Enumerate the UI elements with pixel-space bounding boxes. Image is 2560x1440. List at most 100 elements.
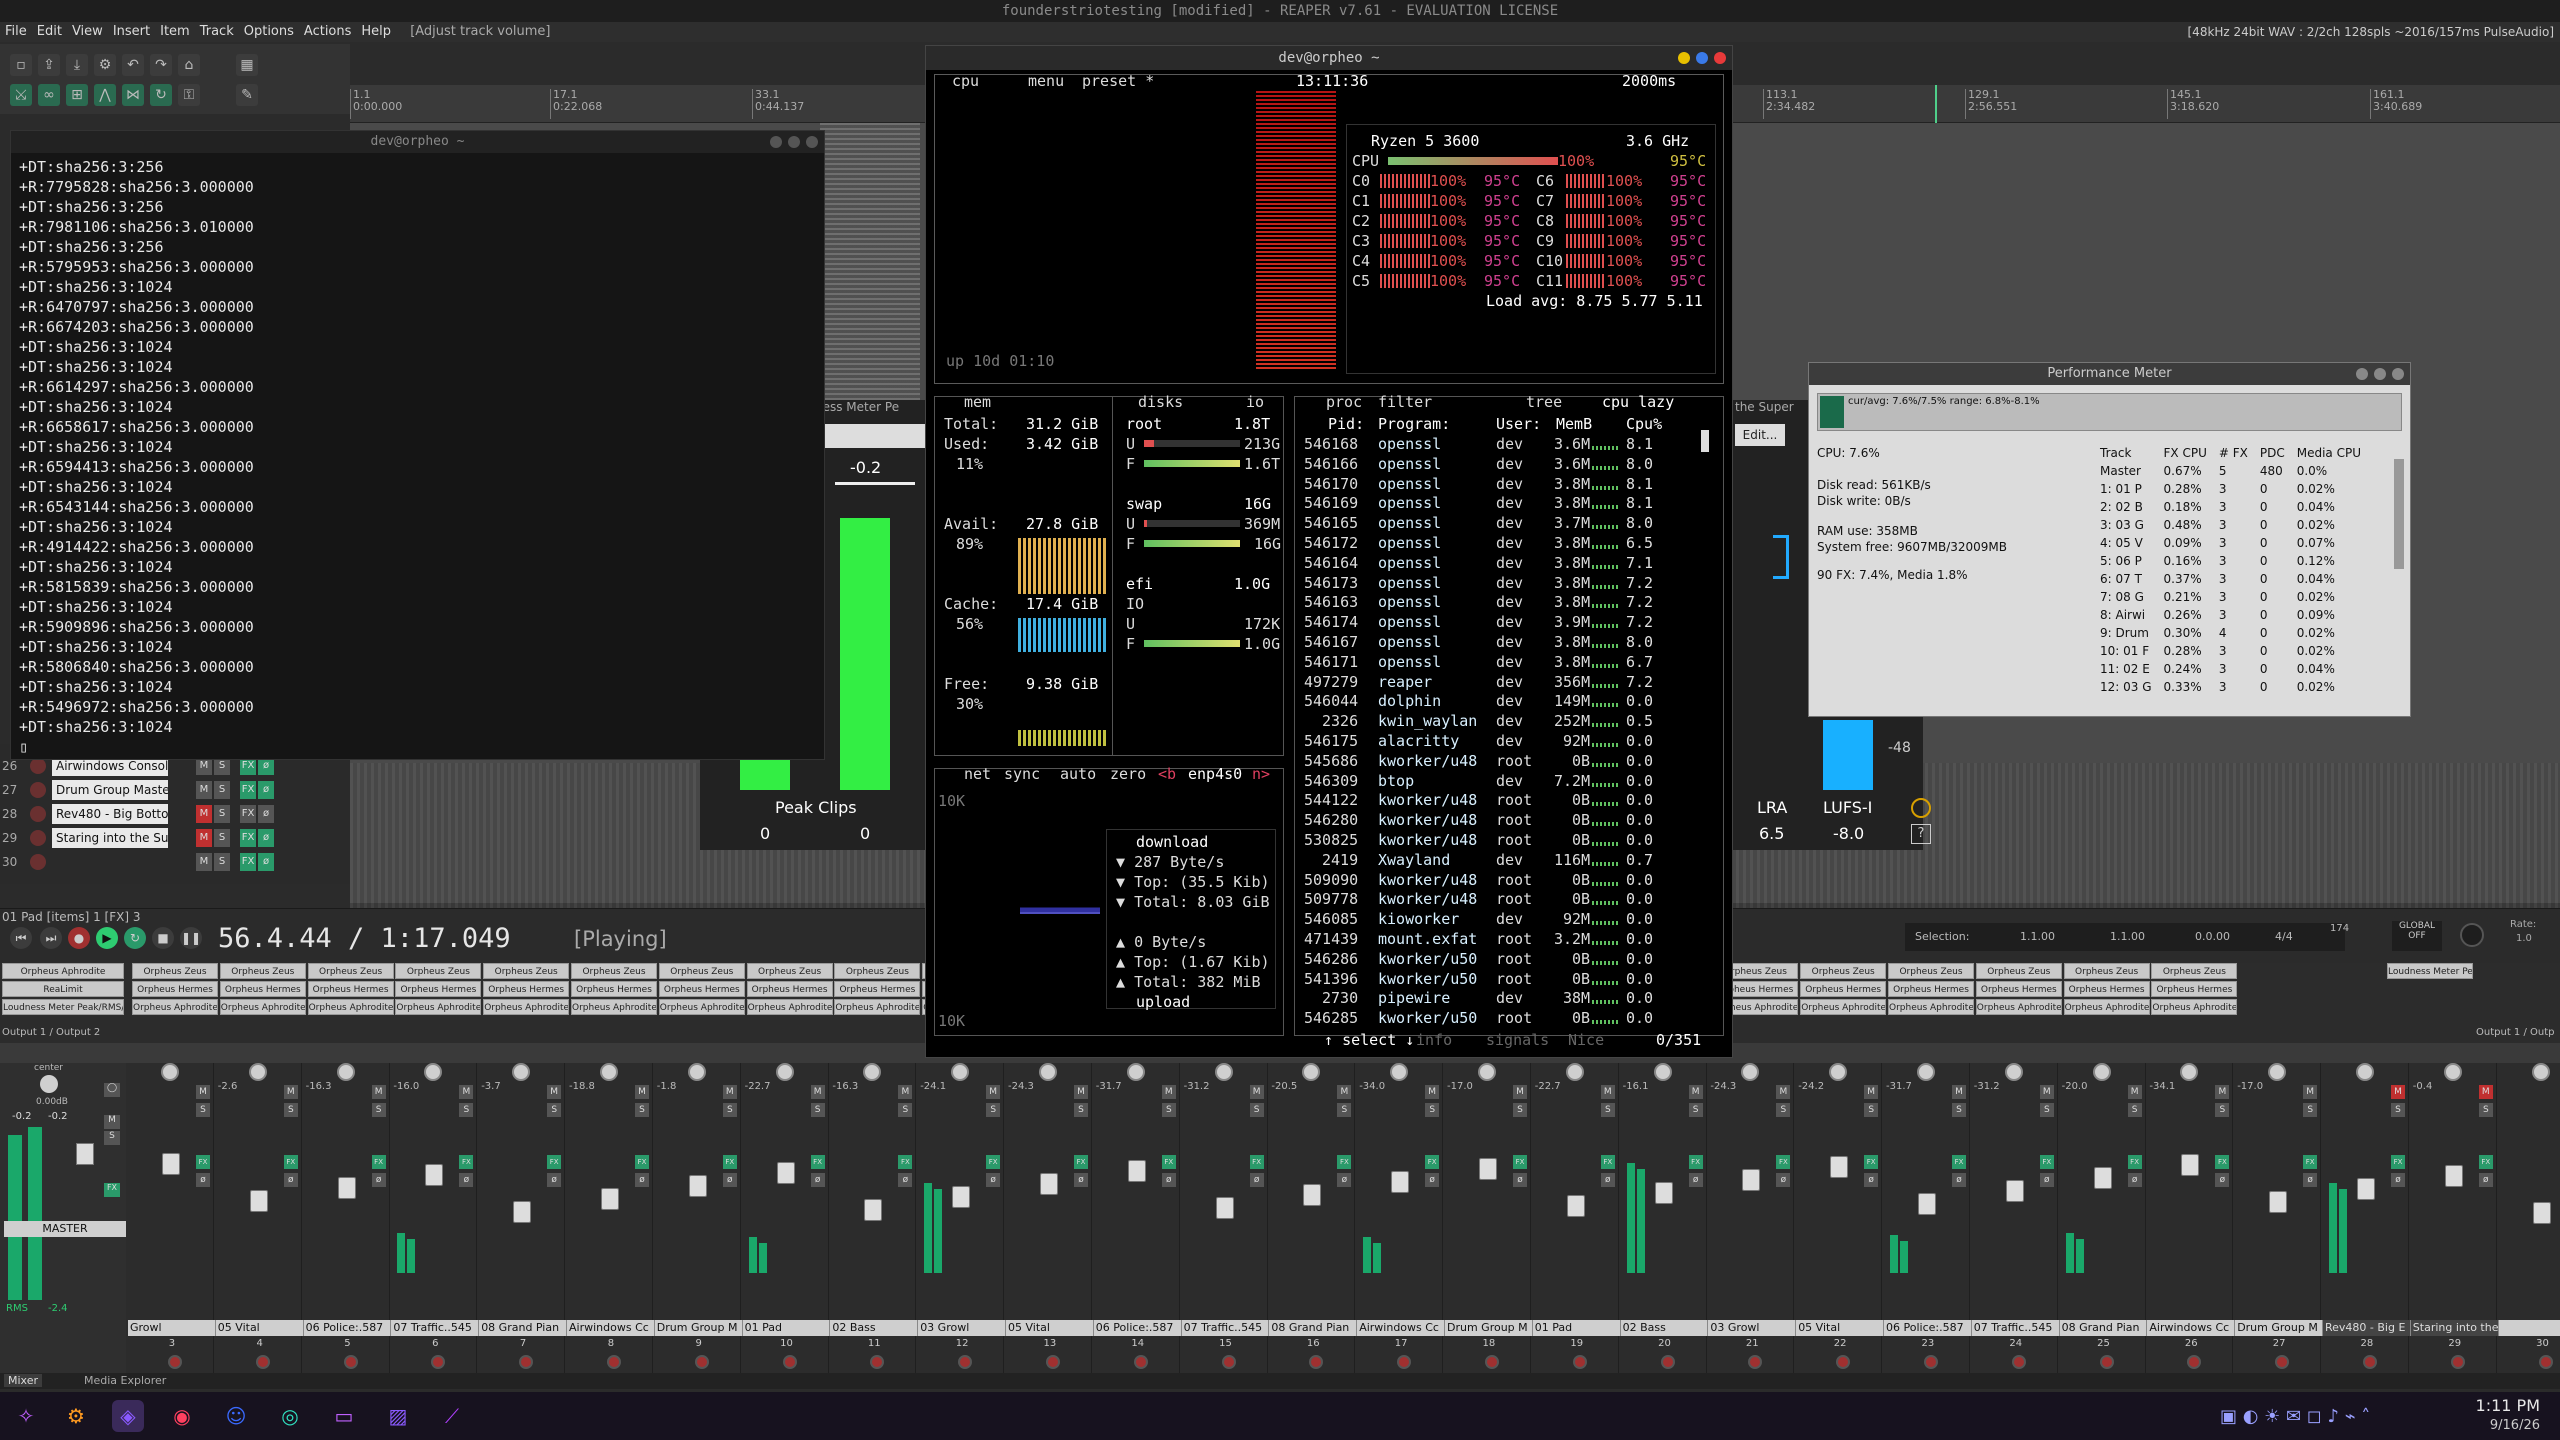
- settings-icon[interactable]: ⚙: [94, 54, 116, 76]
- phase-icon[interactable]: ø: [1776, 1173, 1791, 1187]
- solo-button[interactable]: S: [2127, 1103, 2142, 1117]
- mute-button[interactable]: M: [722, 1085, 737, 1099]
- app-launcher-icon[interactable]: ✧: [10, 1400, 42, 1432]
- volume-fader[interactable]: [337, 1177, 356, 1199]
- rate-value[interactable]: 1.0: [2516, 933, 2532, 944]
- pan-knob[interactable]: [1741, 1063, 1760, 1081]
- phase-icon[interactable]: ø: [1600, 1173, 1615, 1187]
- solo-button[interactable]: S: [283, 1103, 298, 1117]
- media-explorer-tab[interactable]: Media Explorer: [84, 1374, 166, 1387]
- volume-fader[interactable]: [952, 1186, 971, 1208]
- channel-name[interactable]: 05 Vital: [215, 1320, 304, 1336]
- track-fx-slot[interactable]: Orpheus Hermes: [483, 981, 570, 997]
- perf-row[interactable]: 12: 03 G 0.33% 3 0 0.02%: [2094, 678, 2367, 696]
- fx-button[interactable]: FX: [1074, 1155, 1088, 1169]
- track-fx-slot[interactable]: Orpheus Aphrodite: [1800, 999, 1887, 1015]
- channel-name[interactable]: Drum Group M: [2235, 1320, 2323, 1336]
- volume-fader[interactable]: [2444, 1165, 2463, 1187]
- fx-button[interactable]: FX: [2215, 1155, 2230, 1169]
- mute-button[interactable]: M: [1952, 1085, 1966, 1099]
- mute-button[interactable]: M: [547, 1085, 562, 1099]
- proc-sort[interactable]: cpu lazy: [1602, 392, 1674, 412]
- channel-volume[interactable]: -24.3: [1008, 1081, 1034, 1092]
- phase-button[interactable]: ø: [258, 853, 274, 871]
- lock-icon[interactable]: ⚿: [178, 84, 200, 106]
- phase-icon[interactable]: ø: [1425, 1173, 1440, 1187]
- record-arm-button[interactable]: [343, 1355, 358, 1369]
- solo-button[interactable]: S: [2215, 1103, 2230, 1117]
- pan-knob[interactable]: [1478, 1063, 1496, 1081]
- reset-icon[interactable]: [1911, 798, 1931, 818]
- bpm-display[interactable]: 174: [2330, 923, 2349, 934]
- master-fx-slot[interactable]: Loudness Meter Peak/RMS/: [2, 999, 124, 1015]
- pan-knob[interactable]: [2531, 1063, 2550, 1081]
- fx-button[interactable]: FX: [1952, 1155, 1966, 1169]
- track-fx-slot[interactable]: Orpheus Aphrodite: [2151, 999, 2238, 1015]
- track-fx-slot[interactable]: Orpheus Hermes: [132, 981, 218, 997]
- go-start-icon[interactable]: ⏮: [10, 927, 32, 949]
- track-fx-slot[interactable]: Orpheus Hermes: [571, 981, 657, 997]
- perf-row[interactable]: 8: Airwi 0.26% 3 0 0.09%: [2094, 606, 2367, 624]
- fx-button[interactable]: FX: [2127, 1155, 2142, 1169]
- phase-icon[interactable]: ø: [1249, 1173, 1264, 1187]
- menu-item[interactable]: Item: [155, 22, 195, 42]
- proc-row[interactable]: 545686 kworker/u48 root 0B 0.0: [1296, 751, 1696, 771]
- mute-button[interactable]: M: [898, 1085, 913, 1099]
- mute-button[interactable]: M: [2215, 1085, 2230, 1099]
- phase-icon[interactable]: ø: [371, 1173, 386, 1187]
- channel-name[interactable]: 07 Traffic..545: [1181, 1320, 1270, 1336]
- cpu-tab[interactable]: cpu: [952, 71, 979, 91]
- track-fx-slot[interactable]: Orpheus Aphrodite: [658, 999, 745, 1015]
- mute-button[interactable]: M: [196, 829, 212, 847]
- menu-track[interactable]: Track: [195, 22, 239, 42]
- record-arm-button[interactable]: [607, 1355, 621, 1369]
- channel-volume[interactable]: -20.5: [1271, 1081, 1297, 1092]
- mixer-tab[interactable]: Mixer: [4, 1374, 43, 1387]
- undo-icon[interactable]: ↶: [122, 54, 144, 76]
- solo-button[interactable]: S: [214, 853, 230, 871]
- channel-volume[interactable]: -22.7: [1535, 1081, 1561, 1092]
- pause-icon[interactable]: ❚❚: [180, 927, 202, 949]
- solo-button[interactable]: S: [898, 1103, 913, 1117]
- track-fx-slot[interactable]: Orpheus Hermes: [1800, 981, 1887, 997]
- track-fx-slot[interactable]: Orpheus Zeus: [571, 963, 657, 979]
- channel-volume[interactable]: -1.8: [657, 1081, 677, 1092]
- channel-volume[interactable]: -34.1: [2149, 1081, 2175, 1092]
- pan-knob[interactable]: [1829, 1063, 1848, 1081]
- track-fx-slot[interactable]: Orpheus Zeus: [1888, 963, 1974, 979]
- pan-knob[interactable]: [2180, 1063, 2199, 1081]
- mute-button[interactable]: M: [810, 1085, 825, 1099]
- track-fx-slot[interactable]: Orpheus Zeus: [395, 963, 482, 979]
- fx-button[interactable]: FX: [2039, 1155, 2054, 1169]
- channel-volume[interactable]: -24.2: [1798, 1081, 1824, 1092]
- channel-volume[interactable]: -31.2: [1184, 1081, 1210, 1092]
- record-arm-button[interactable]: [2099, 1355, 2114, 1369]
- proc-info[interactable]: info: [1416, 1030, 1452, 1050]
- mute-button[interactable]: M: [196, 805, 212, 823]
- record-arm-button[interactable]: [30, 854, 46, 870]
- mute-button[interactable]: M: [1249, 1085, 1264, 1099]
- phase-icon[interactable]: ø: [2391, 1173, 2405, 1187]
- phase-icon[interactable]: ø: [986, 1173, 1001, 1187]
- volume-fader[interactable]: [1215, 1197, 1234, 1219]
- volume-fader[interactable]: [2005, 1180, 2024, 1202]
- track-fx-slot[interactable]: Orpheus Hermes: [219, 981, 306, 997]
- perf-row[interactable]: 7: 08 G 0.21% 3 0 0.02%: [2094, 588, 2367, 606]
- phase-icon[interactable]: ø: [1688, 1173, 1703, 1187]
- master-fx-slot[interactable]: ReaLimit: [2, 981, 124, 997]
- fx-button[interactable]: FX: [196, 1155, 210, 1169]
- solo-button[interactable]: S: [214, 805, 230, 823]
- fx-button[interactable]: FX: [1600, 1155, 1615, 1169]
- perf-scrollbar[interactable]: [2394, 459, 2404, 569]
- envelope-icon[interactable]: ⋀: [94, 84, 116, 106]
- perf-row[interactable]: 3: 03 G 0.48% 3 0 0.02%: [2094, 516, 2367, 534]
- record-icon[interactable]: ●: [68, 927, 90, 949]
- channel-volume[interactable]: -3.7: [481, 1081, 501, 1092]
- graphics-app-icon[interactable]: ▨: [382, 1400, 414, 1432]
- solo-button[interactable]: S: [214, 829, 230, 847]
- fx-button[interactable]: FX: [371, 1155, 386, 1169]
- record-arm-button[interactable]: [694, 1355, 709, 1369]
- pan-knob[interactable]: [2004, 1063, 2023, 1081]
- pan-knob[interactable]: [424, 1063, 443, 1081]
- proc-row[interactable]: 544122 kworker/u48 root 0B 0.0: [1296, 790, 1696, 810]
